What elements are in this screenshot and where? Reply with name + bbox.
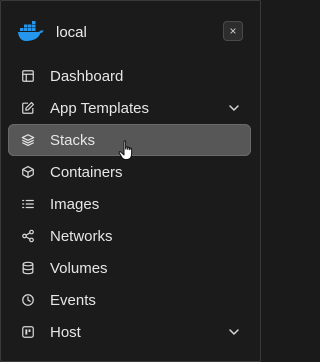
sidebar-item-volumes[interactable]: Volumes <box>8 252 251 284</box>
box-icon <box>20 164 36 180</box>
sidebar-item-label: Dashboard <box>50 67 124 85</box>
share-icon <box>20 228 36 244</box>
sidebar-item-label: Host <box>50 323 81 341</box>
sidebar-item-label: Volumes <box>50 259 108 277</box>
sidebar-item-label: Containers <box>50 163 123 181</box>
docker-whale-icon <box>17 21 45 43</box>
list-icon <box>20 196 36 212</box>
layers-icon <box>20 132 36 148</box>
layout-icon <box>20 68 36 84</box>
database-icon <box>20 260 36 276</box>
clock-icon <box>20 292 36 308</box>
sidebar-item-label: Images <box>50 195 100 213</box>
sidebar-item-label: App Templates <box>50 99 149 117</box>
sidebar-item-events[interactable]: Events <box>8 284 251 316</box>
sidebar-item-host[interactable]: Host <box>8 316 251 348</box>
environment-sidebar: local × Dashboard App Templates Stacks C… <box>0 0 261 362</box>
chevron-down-icon[interactable] <box>227 325 241 339</box>
host-icon <box>20 324 36 340</box>
sidebar-item-dashboard[interactable]: Dashboard <box>8 60 251 92</box>
sidebar-menu: Dashboard App Templates Stacks Container… <box>8 60 251 348</box>
environment-header: local <box>17 19 87 45</box>
close-icon: × <box>229 24 237 38</box>
chevron-down-icon[interactable] <box>227 101 241 115</box>
environment-name: local <box>56 23 87 41</box>
sidebar-item-containers[interactable]: Containers <box>8 156 251 188</box>
sidebar-item-app-templates[interactable]: App Templates <box>8 92 251 124</box>
sidebar-item-stacks[interactable]: Stacks <box>8 124 251 156</box>
sidebar-item-label: Networks <box>50 227 113 245</box>
sidebar-item-images[interactable]: Images <box>8 188 251 220</box>
edit-icon <box>20 100 36 116</box>
sidebar-item-label: Stacks <box>50 131 96 149</box>
sidebar-item-label: Events <box>50 291 96 309</box>
sidebar-item-networks[interactable]: Networks <box>8 220 251 252</box>
close-environment-button[interactable]: × <box>223 21 243 41</box>
